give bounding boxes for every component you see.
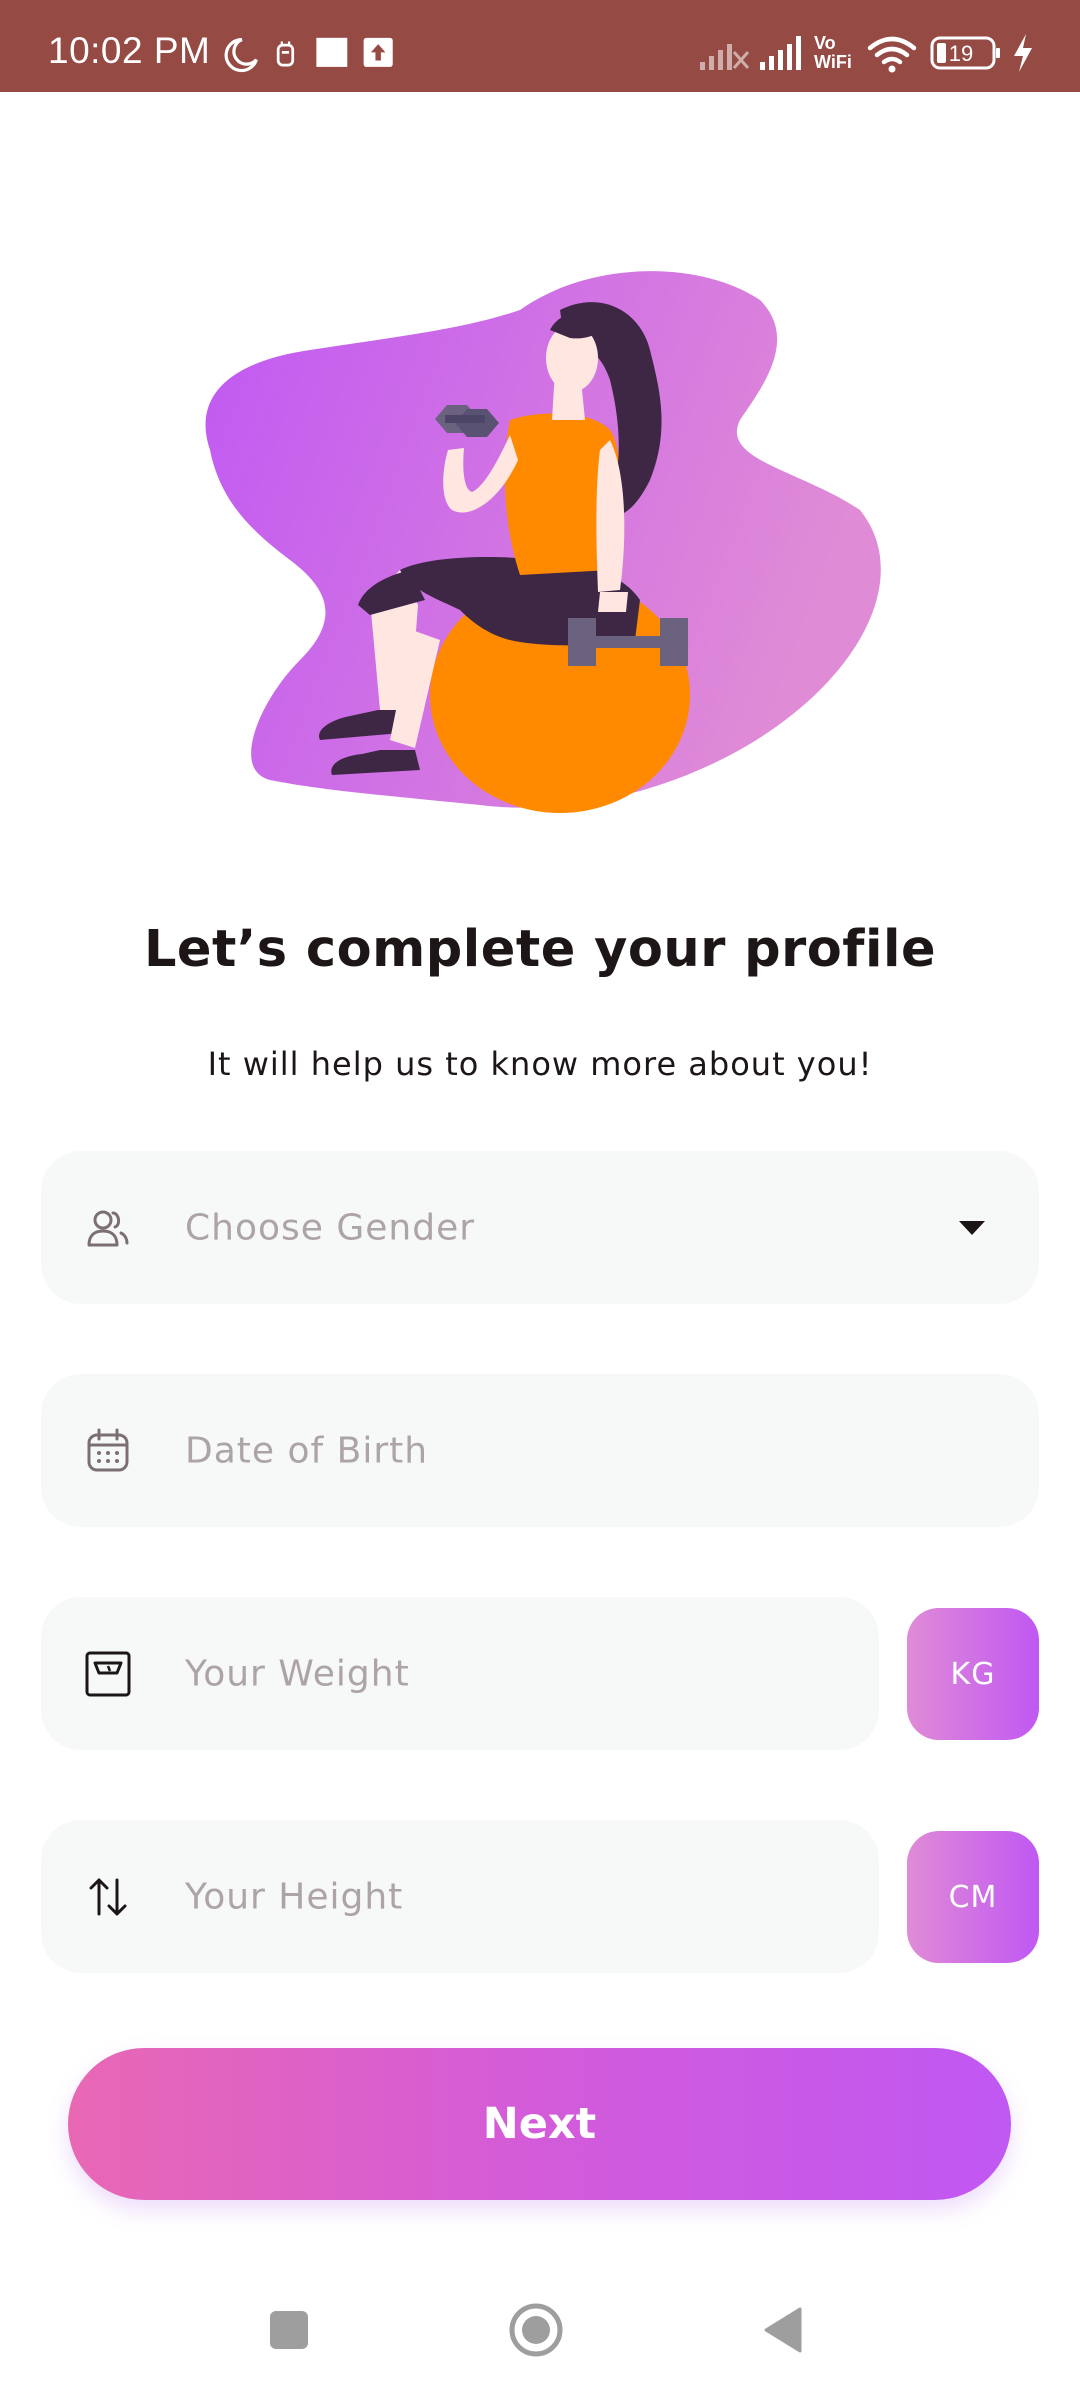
vowifi-line-2: WiFi	[814, 52, 852, 72]
page-subtitle: It will help us to know more about you!	[207, 1045, 873, 1083]
weight-placeholder: Your Weight	[185, 1653, 410, 1694]
signal-icons	[700, 36, 801, 70]
system-nav-bar	[0, 2280, 1080, 2380]
back-icon	[764, 2307, 802, 2353]
status-bar: 10:02 PM Vo WiFi 19	[0, 0, 1080, 92]
date-of-birth-placeholder: Date of Birth	[185, 1430, 429, 1471]
calendar-icon	[87, 1428, 129, 1471]
cm-unit-button[interactable]: CM	[907, 1831, 1039, 1963]
weight-field[interactable]: Your Weight	[41, 1597, 879, 1750]
wifi-icon	[867, 36, 917, 73]
signal-off-icon	[700, 44, 750, 70]
kg-unit-button[interactable]: KG	[907, 1608, 1039, 1740]
vowifi-line-1: Vo	[814, 33, 836, 53]
page-title: Let’s complete your profile	[143, 920, 937, 979]
date-of-birth-field[interactable]: Date of Birth	[41, 1374, 1039, 1527]
gender-dropdown[interactable]: Choose Gender	[41, 1151, 1039, 1304]
square-icon	[316, 37, 348, 67]
home-icon	[509, 2303, 563, 2357]
vowifi-label: Vo WiFi	[814, 34, 860, 74]
recent-apps-button[interactable]	[239, 2280, 339, 2380]
chevron-down-icon	[959, 1220, 985, 1235]
home-button[interactable]	[486, 2280, 586, 2380]
notification-icon	[276, 41, 295, 67]
status-time: 10:02 PM	[48, 30, 211, 71]
battery-level: 19	[948, 41, 974, 66]
recent-apps-icon	[270, 2311, 308, 2349]
next-button[interactable]: Next	[68, 2048, 1011, 2200]
fitness-illustration	[205, 271, 881, 813]
height-field[interactable]: Your Height	[41, 1820, 879, 1973]
height-placeholder: Your Height	[185, 1876, 404, 1917]
back-button[interactable]	[732, 2280, 832, 2380]
users-icon	[87, 1210, 129, 1246]
signal-icon	[760, 36, 801, 70]
moon-icon	[224, 38, 258, 73]
charging-icon	[1014, 34, 1032, 72]
gender-placeholder: Choose Gender	[185, 1207, 476, 1248]
status-left-icons	[224, 37, 393, 73]
swap-vertical-icon	[89, 1878, 127, 1915]
scale-icon	[85, 1651, 131, 1696]
upload-icon	[363, 37, 393, 67]
profile-screen: 10:02 PM Vo WiFi 19 Let’s complete your …	[0, 0, 1080, 2400]
